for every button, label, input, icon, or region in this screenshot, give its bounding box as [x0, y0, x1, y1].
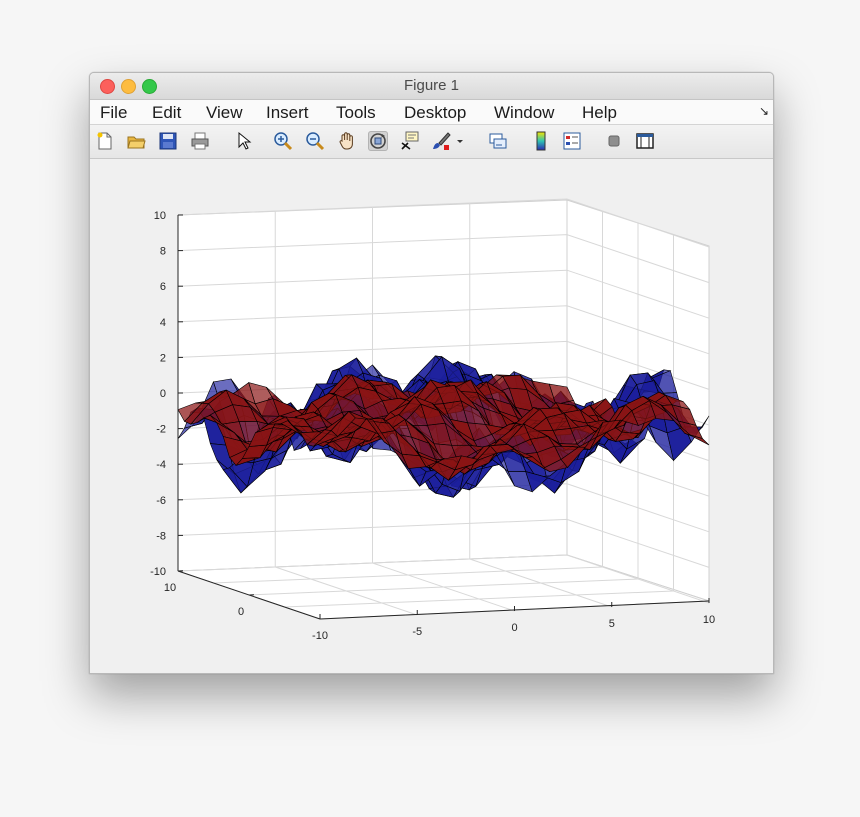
edit-plot-pointer-icon[interactable]: [233, 131, 253, 151]
zoom-out-icon[interactable]: [305, 131, 325, 151]
link-plot-icon[interactable]: [488, 131, 508, 151]
menu-insert[interactable]: Insert: [266, 103, 309, 123]
z-tick-label: 4: [160, 317, 166, 329]
figure-window: Figure 1 File Edit View Insert Tools Des…: [89, 72, 774, 674]
x-tick-label: -10: [312, 630, 328, 642]
z-tick-label: -10: [150, 566, 166, 578]
z-tick-label: 6: [160, 281, 166, 293]
rotate-3d-icon[interactable]: [368, 131, 388, 151]
brush-icon[interactable]: [431, 131, 451, 151]
x-tick-label: 0: [511, 622, 517, 634]
menu-file[interactable]: File: [100, 103, 127, 123]
z-tick-label: 10: [154, 210, 166, 222]
x-tick-label: -5: [412, 626, 422, 638]
z-tick-label: 0: [160, 388, 166, 400]
z-tick-label: 8: [160, 246, 166, 258]
menu-help[interactable]: Help: [582, 103, 617, 123]
menu-window[interactable]: Window: [494, 103, 554, 123]
surface-plot-axes[interactable]: 10 8 6 4 2 0 -2 -4 -6 -8 -10 -10 -5 0 5 10 0 10: [90, 159, 773, 673]
window-title: Figure 1: [403, 77, 460, 94]
menu-tools[interactable]: Tools: [336, 103, 376, 123]
insert-legend-icon[interactable]: [562, 131, 582, 151]
save-icon[interactable]: [158, 131, 178, 151]
zoom-in-icon[interactable]: [273, 131, 293, 151]
print-icon[interactable]: [190, 131, 210, 151]
x-tick-label: 10: [703, 614, 715, 626]
x-tick-label: 5: [609, 618, 615, 630]
menu-view[interactable]: View: [206, 103, 243, 123]
menu-desktop[interactable]: Desktop: [404, 103, 466, 123]
z-tick-label: -2: [156, 424, 166, 436]
open-file-icon[interactable]: [126, 131, 146, 151]
z-tick-label: -6: [156, 495, 166, 507]
show-plot-tools-icon[interactable]: [635, 131, 655, 151]
y-tick-label: 0: [238, 606, 244, 618]
new-figure-icon[interactable]: [95, 131, 115, 151]
z-tick-label: -4: [156, 459, 166, 471]
figure-toolbar: [90, 125, 773, 159]
menu-edit[interactable]: Edit: [152, 103, 181, 123]
pan-hand-icon[interactable]: [337, 131, 357, 151]
z-tick-label: 2: [160, 352, 166, 364]
z-tick-label: -8: [156, 530, 166, 542]
data-cursor-icon[interactable]: [400, 131, 420, 151]
insert-colorbar-icon[interactable]: [531, 131, 551, 151]
y-tick-label: 10: [164, 582, 176, 594]
menu-bar: File Edit View Insert Tools Desktop Wind…: [90, 100, 773, 125]
brush-dropdown-icon[interactable]: [455, 131, 465, 151]
dock-arrow-icon[interactable]: ↘: [759, 104, 769, 118]
figure-canvas[interactable]: 10 8 6 4 2 0 -2 -4 -6 -8 -10 -10 -5 0 5 10 0 10: [90, 159, 773, 673]
title-bar[interactable]: Figure 1: [90, 73, 773, 100]
hide-plot-tools-icon[interactable]: [604, 131, 624, 151]
